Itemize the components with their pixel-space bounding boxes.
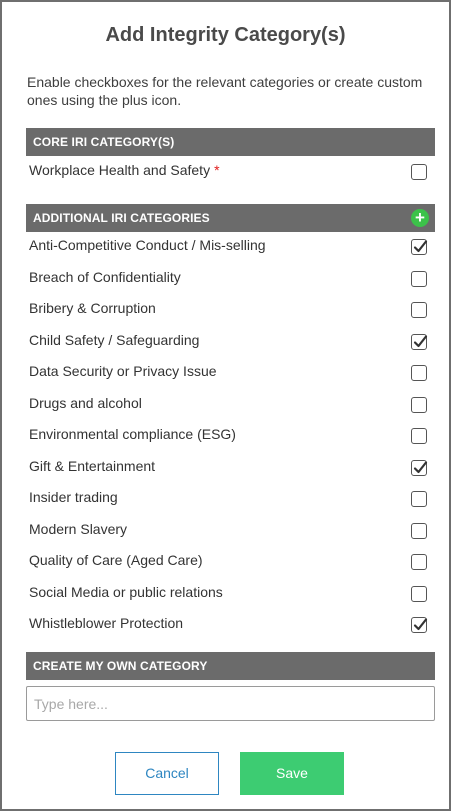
create-own-category-header-label: CREATE MY OWN CATEGORY	[33, 659, 208, 673]
category-checkbox[interactable]	[411, 270, 427, 287]
core-category-checkbox[interactable]	[411, 164, 427, 180]
category-label: Gift & Entertainment	[29, 457, 156, 474]
custom-category-input[interactable]	[26, 686, 435, 721]
category-checkbox[interactable]	[411, 365, 427, 381]
create-own-category-header: CREATE MY OWN CATEGORY	[26, 652, 435, 680]
dialog-title: Add Integrity Category(s)	[105, 24, 346, 46]
category-row[interactable]: Modern Slavery	[29, 515, 429, 545]
checkmark-icon	[413, 460, 428, 473]
category-row[interactable]: Social Media or public relations	[29, 578, 429, 608]
category-label: Bribery & Corruption	[29, 300, 156, 316]
plus-circle-icon[interactable]: +	[411, 209, 429, 227]
core-category-header: CORE IRI CATEGORY(S)	[26, 128, 435, 156]
checkmark-icon	[413, 334, 428, 347]
category-checkbox[interactable]	[411, 428, 427, 444]
category-row[interactable]: Quality of Care (Aged Care)	[29, 546, 429, 576]
category-label: Breach of Confidentiality	[29, 268, 181, 285]
category-row[interactable]: Anti-Competitive Conduct / Mis-selling	[29, 231, 429, 261]
category-row[interactable]: Breach of Confidentiality	[29, 263, 429, 293]
core-category-label: Workplace Health and Safety	[29, 162, 211, 178]
category-row[interactable]: Insider trading	[29, 483, 429, 513]
category-label: Child Safety / Safeguarding	[29, 331, 200, 348]
core-category-header-label: CORE IRI CATEGORY(S)	[33, 135, 175, 149]
category-label: Quality of Care (Aged Care)	[29, 552, 203, 568]
category-checkbox[interactable]	[411, 459, 428, 476]
category-label: Insider trading	[29, 489, 118, 505]
category-checkbox[interactable]	[411, 302, 427, 318]
category-row[interactable]: Drugs and alcohol	[29, 389, 429, 419]
cancel-button[interactable]: Cancel	[115, 752, 219, 795]
category-checkbox[interactable]	[411, 554, 427, 570]
category-checkbox[interactable]	[411, 333, 428, 350]
category-label: Modern Slavery	[29, 520, 128, 537]
category-checkbox[interactable]	[411, 491, 427, 507]
core-category-row[interactable]: Workplace Health and Safety *	[29, 156, 429, 186]
required-asterisk: *	[214, 162, 220, 178]
dialog-description: Enable checkboxes for the relevant categ…	[27, 74, 423, 108]
category-row[interactable]: Child Safety / Safeguarding	[29, 326, 429, 356]
category-row[interactable]: Data Security or Privacy Issue	[29, 357, 429, 387]
category-row[interactable]: Environmental compliance (ESG)	[29, 420, 429, 450]
category-checkbox[interactable]	[411, 585, 427, 602]
add-integrity-category-dialog: Add Integrity Category(s) Enable checkbo…	[0, 0, 451, 811]
category-label: Social Media or public relations	[29, 583, 223, 600]
category-label: Anti-Competitive Conduct / Mis-selling	[29, 237, 266, 253]
category-label: Drugs and alcohol	[29, 394, 142, 411]
category-row[interactable]: Bribery & Corruption	[29, 294, 429, 324]
category-label: Whistleblower Protection	[29, 615, 184, 631]
checkmark-icon	[413, 240, 428, 253]
checkmark-icon	[413, 618, 428, 631]
category-checkbox[interactable]	[411, 522, 427, 539]
category-row[interactable]: Gift & Entertainment	[29, 452, 429, 482]
category-label: Data Security or Privacy Issue	[29, 363, 217, 379]
additional-categories-header: ADDITIONAL IRI CATEGORIES +	[26, 204, 435, 232]
additional-categories-header-label: ADDITIONAL IRI CATEGORIES	[33, 211, 210, 225]
category-checkbox[interactable]	[411, 396, 427, 413]
category-checkbox[interactable]	[411, 617, 428, 633]
category-row[interactable]: Whistleblower Protection	[29, 609, 429, 639]
save-button[interactable]: Save	[240, 752, 344, 795]
category-checkbox[interactable]	[411, 239, 428, 255]
category-label: Environmental compliance (ESG)	[29, 426, 236, 442]
